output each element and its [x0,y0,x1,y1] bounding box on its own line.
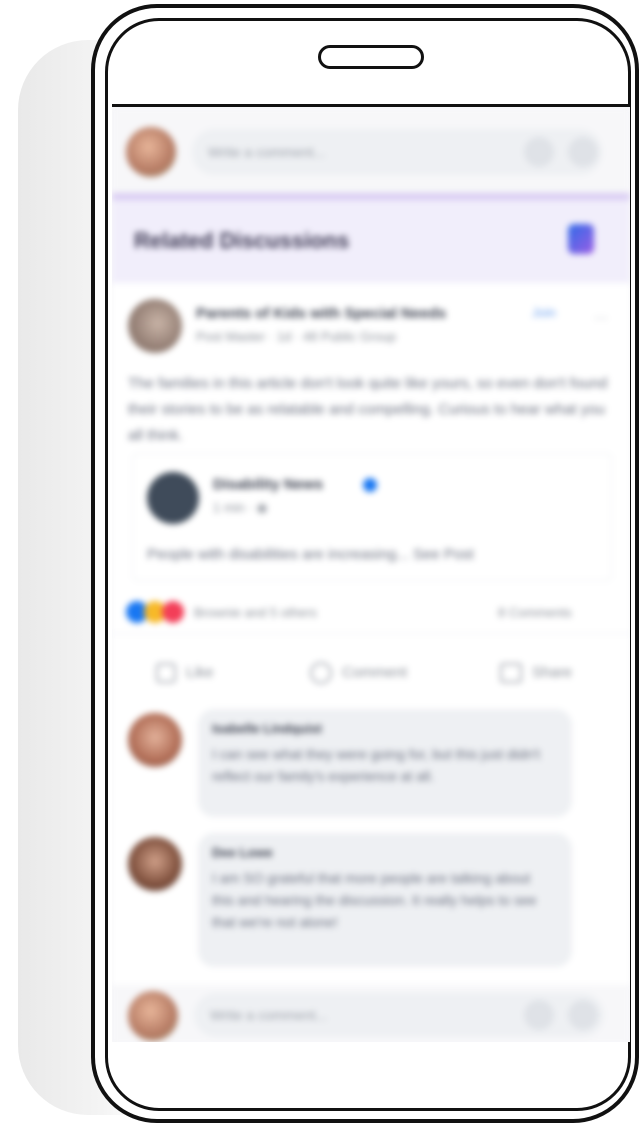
divider [112,633,630,634]
post-card: Parents of Kids with Special Needs Join … [112,283,630,705]
comment-author[interactable]: Isabelle Lindquist [212,721,322,736]
share-icon [500,663,522,683]
avatar [128,837,182,891]
group-name[interactable]: Parents of Kids with Special Needs [196,305,446,322]
source-meta: 1 min · ◉ [213,500,268,515]
share-button[interactable]: Share [500,659,600,689]
like-icon [156,663,176,683]
comment-bubble: Isabelle Lindquist I can see what they w… [198,709,572,817]
join-badge[interactable]: Join [532,305,556,320]
source-name[interactable]: Disability News [213,476,323,493]
phone-speaker [318,45,424,69]
shared-post[interactable]: Disability News 1 min · ◉ People with di… [132,453,612,581]
bottom-comment-row: Write a comment... [112,985,630,1042]
comment-button[interactable]: Comment [310,659,440,689]
phone-screen: Write a comment... Related Discussions P… [112,104,630,1042]
comments-count[interactable]: 8 Comments [498,605,572,620]
sticker-icon[interactable] [568,1000,598,1030]
verified-icon [363,478,377,492]
top-comment-row: Write a comment... [112,107,630,193]
avatar [128,713,182,767]
comment-input-placeholder: Write a comment... [210,1007,328,1023]
group-avatar [128,299,182,353]
comments-list: Isabelle Lindquist I can see what they w… [112,705,630,985]
avatar [126,127,176,177]
share-label: Share [532,664,573,681]
source-avatar [147,472,199,524]
post-body: The families in this article don't look … [128,375,608,444]
like-label: Like [186,664,214,681]
comment-author[interactable]: Dee Lowe [212,845,273,860]
post-meta: Post Master · 1d · 48 Public Group [196,329,397,344]
sticker-icon[interactable] [568,137,598,167]
camera-icon[interactable] [524,1000,554,1030]
comment-icon [310,662,332,684]
comment-text: I can see what they were going for, but … [212,746,540,784]
comment-input-placeholder: Write a comment... [208,144,326,160]
related-discussions-title: Related Discussions [134,228,350,253]
avatar [128,991,178,1041]
comment-bubble: Dee Lowe I am SO grateful that more peop… [198,833,572,967]
like-button[interactable]: Like [156,659,236,689]
related-discussions-header: Related Discussions [112,193,630,283]
more-icon[interactable]: ··· [594,309,608,325]
reactions-summary[interactable]: Brownie and 5 others [194,605,317,620]
comment-label: Comment [342,664,408,681]
comment-text: I am SO grateful that more people are ta… [212,870,537,930]
shared-text: People with disabilities are increasing.… [147,546,474,563]
love-reaction-icon [162,601,184,623]
camera-icon[interactable] [524,137,554,167]
tag-icon[interactable] [568,224,594,254]
blurred-content: Write a comment... Related Discussions P… [112,107,630,1042]
